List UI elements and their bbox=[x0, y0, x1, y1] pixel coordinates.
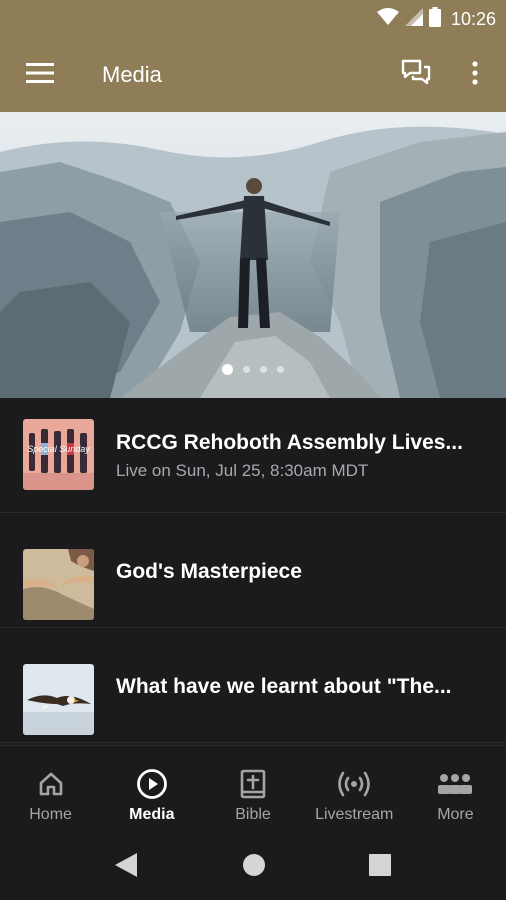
carousel-dot-3[interactable] bbox=[260, 366, 267, 373]
hero-carousel[interactable] bbox=[0, 112, 506, 398]
carousel-dot-1[interactable] bbox=[222, 364, 233, 375]
nav-media[interactable]: Media bbox=[101, 746, 202, 833]
play-circle-icon bbox=[136, 768, 168, 800]
bible-icon bbox=[240, 768, 266, 800]
nav-home-label: Home bbox=[29, 806, 72, 823]
carousel-dot-2[interactable] bbox=[243, 366, 250, 373]
home-circle-icon bbox=[242, 853, 266, 882]
menu-button[interactable] bbox=[20, 58, 60, 92]
status-bar: 10:26 bbox=[0, 0, 506, 38]
list-item[interactable]: God's Masterpiece bbox=[0, 513, 506, 628]
nav-bible-label: Bible bbox=[235, 806, 271, 823]
chat-button[interactable] bbox=[396, 56, 436, 94]
back-icon bbox=[115, 852, 137, 882]
page-title: Media bbox=[102, 62, 162, 87]
status-icons: 10:26 bbox=[376, 6, 496, 32]
nav-media-label: Media bbox=[129, 806, 175, 823]
list-item-title: RCCG Rehoboth Assembly Lives... bbox=[116, 431, 463, 454]
chat-icon bbox=[401, 59, 431, 92]
list-item[interactable]: What have we learnt about "The... bbox=[0, 628, 506, 743]
people-icon bbox=[437, 768, 473, 800]
list-item-subtitle: Live on Sun, Jul 25, 8:30am MDT bbox=[116, 461, 369, 480]
nav-more[interactable]: More bbox=[405, 746, 506, 833]
carousel-indicator bbox=[0, 364, 506, 375]
thumbnail-gods-masterpiece bbox=[23, 549, 94, 620]
nav-more-label: More bbox=[437, 806, 474, 823]
list-item[interactable]: Special Sunday RCCG Rehoboth Assembly Li… bbox=[0, 398, 506, 513]
status-time: 10:26 bbox=[450, 8, 496, 29]
cellular-signal-icon bbox=[404, 7, 423, 31]
nav-home[interactable]: Home bbox=[0, 746, 101, 833]
thumbnail-livestream: Special Sunday bbox=[23, 419, 94, 490]
system-navigation-bar bbox=[0, 833, 506, 900]
recents-button[interactable] bbox=[364, 851, 396, 883]
thumbnail-eagle bbox=[23, 664, 94, 735]
app-bar: Media bbox=[0, 38, 506, 112]
broadcast-icon bbox=[338, 768, 370, 800]
nav-livestream-label: Livestream bbox=[315, 806, 394, 823]
nav-bible[interactable]: Bible bbox=[202, 746, 303, 833]
nav-livestream[interactable]: Livestream bbox=[304, 746, 405, 833]
list-item-title: What have we learnt about "The... bbox=[116, 675, 452, 698]
home-icon bbox=[37, 768, 65, 800]
media-list: Special Sunday RCCG Rehoboth Assembly Li… bbox=[0, 398, 506, 743]
more-options-button[interactable] bbox=[460, 56, 490, 94]
home-button[interactable] bbox=[238, 851, 270, 883]
list-item-title: God's Masterpiece bbox=[116, 560, 302, 583]
more-vert-icon bbox=[472, 60, 478, 90]
carousel-dot-4[interactable] bbox=[277, 366, 284, 373]
recents-icon bbox=[369, 853, 391, 881]
battery-icon bbox=[428, 6, 441, 32]
bottom-navigation: Home Media Bible Livestream More bbox=[0, 745, 506, 833]
wifi-icon bbox=[376, 7, 399, 31]
thumbnail-caption: Special Sunday bbox=[27, 444, 90, 454]
menu-icon bbox=[26, 62, 54, 88]
hero-image bbox=[0, 112, 506, 398]
back-button[interactable] bbox=[110, 851, 142, 883]
